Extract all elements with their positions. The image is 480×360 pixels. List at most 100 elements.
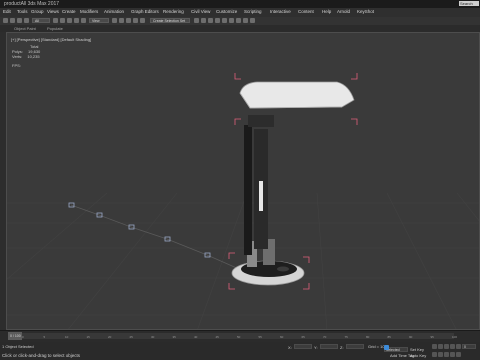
timeline-tick-label: 20 — [108, 335, 112, 339]
menu-create[interactable]: Create — [62, 9, 76, 14]
tab-populate[interactable]: Populate — [47, 26, 63, 31]
reference-coordinate-dropdown[interactable]: View — [89, 18, 109, 23]
home-grid — [7, 192, 479, 329]
timeline-tick-label: 25 — [129, 335, 133, 339]
undo-icon[interactable] — [3, 18, 8, 23]
ribbon: Object Paint Populate — [0, 25, 480, 32]
y-coordinate-field[interactable] — [320, 344, 338, 349]
named-selection-dropdown[interactable]: Create Selection Set — [150, 18, 190, 23]
menu-group[interactable]: Group — [31, 9, 44, 14]
menu-scripting[interactable]: Scripting — [244, 9, 262, 14]
selection-filter-dropdown[interactable]: All — [32, 18, 50, 23]
select-by-name-icon[interactable] — [60, 18, 65, 23]
unlink-icon[interactable] — [24, 18, 29, 23]
render-setup-icon[interactable] — [236, 18, 241, 23]
menu-arnold[interactable]: Arnold — [337, 9, 350, 14]
orbit-icon[interactable] — [450, 352, 455, 357]
lamp-model[interactable] — [231, 81, 355, 286]
redo-icon[interactable] — [10, 18, 15, 23]
menu-modifiers[interactable]: Modifiers — [80, 9, 98, 14]
search-input[interactable]: Search — [459, 1, 479, 6]
menu-civil-view[interactable]: Civil View — [191, 9, 210, 14]
render-frame-icon[interactable] — [243, 18, 248, 23]
align-icon[interactable] — [201, 18, 206, 23]
menu-interactive[interactable]: Interactive — [270, 9, 291, 14]
scale-icon[interactable] — [81, 18, 86, 23]
timeline-tick-label: 5 — [43, 335, 46, 339]
material-editor-icon[interactable] — [229, 18, 234, 23]
perspective-viewport[interactable]: [+] [Perspective] [Standard] [Default Sh… — [6, 32, 480, 330]
selection-count: 1 Object Selected — [2, 344, 34, 349]
viewport-label[interactable]: [+] [Perspective] [Standard] [Default Sh… — [11, 37, 91, 42]
curve-editor-icon[interactable] — [215, 18, 220, 23]
rotate-icon[interactable] — [74, 18, 79, 23]
auto-key-button[interactable]: Auto Key — [410, 353, 426, 358]
z-label: Z: — [340, 345, 344, 350]
go-to-start-icon[interactable] — [432, 344, 437, 349]
menu-content[interactable]: Content — [298, 9, 314, 14]
play-icon[interactable] — [444, 344, 449, 349]
menu-customize[interactable]: Customize — [216, 9, 237, 14]
window-title: productAll 3ds Max 2017 — [4, 1, 60, 7]
maximize-viewport-icon[interactable] — [456, 352, 461, 357]
menu-rendering[interactable]: Rendering — [163, 9, 184, 14]
menu-graph-editors[interactable]: Graph Editors — [131, 9, 159, 14]
menu-animation[interactable]: Animation — [104, 9, 124, 14]
spinner-snap-icon[interactable] — [140, 18, 145, 23]
menu-help[interactable]: Help — [322, 9, 331, 14]
angle-snap-icon[interactable] — [126, 18, 131, 23]
timeline-tick-label: 75 — [344, 335, 348, 339]
menu-bar: Edit Tools Group Views Create Modifiers … — [0, 8, 480, 17]
camera-path — [70, 204, 240, 270]
timeline-tick-label: 95 — [430, 335, 434, 339]
pan-icon[interactable] — [444, 352, 449, 357]
timeline-tick-label: 35 — [172, 335, 176, 339]
title-bar: productAll 3ds Max 2017 Search — [0, 0, 480, 8]
timeline-tick-label: 45 — [215, 335, 219, 339]
timeline-tick-label: 60 — [280, 335, 284, 339]
timeline-tick-label: 50 — [237, 335, 241, 339]
timeline-tick-label: 90 — [409, 335, 413, 339]
timeline-tick-label: 40 — [194, 335, 198, 339]
menu-edit[interactable]: Edit — [3, 9, 11, 14]
pivot-icon[interactable] — [112, 18, 117, 23]
zoom-icon[interactable] — [432, 352, 437, 357]
viewport-scene[interactable] — [7, 33, 480, 330]
x-coordinate-field[interactable] — [294, 344, 312, 349]
prompt-line: Click or click-and-drag to select object… — [2, 353, 81, 358]
viewport-statistics: Total Polys: 19,630 Verts: 10,235 FPS: — [12, 44, 40, 68]
current-frame-field[interactable]: 0 — [462, 344, 476, 349]
mirror-icon[interactable] — [194, 18, 199, 23]
timeline-tick-label: 55 — [258, 335, 262, 339]
x-label: X: — [288, 345, 292, 350]
timeline-tick-label: 100 — [452, 335, 458, 339]
set-key-button[interactable]: Set Key — [410, 347, 424, 352]
timeline-tick-label: 70 — [323, 335, 327, 339]
frame-counter: 0 / 100 — [10, 334, 21, 338]
move-icon[interactable] — [67, 18, 72, 23]
render-icon[interactable] — [250, 18, 255, 23]
schematic-icon[interactable] — [222, 18, 227, 23]
menu-views[interactable]: Views — [47, 9, 59, 14]
timeline-tick-label: 15 — [86, 335, 90, 339]
select-icon[interactable] — [53, 18, 58, 23]
percent-snap-icon[interactable] — [133, 18, 138, 23]
timeline-tick-label: 85 — [387, 335, 391, 339]
next-frame-icon[interactable] — [450, 344, 455, 349]
menu-keyshot[interactable]: KeyShot — [357, 9, 374, 14]
zoom-all-icon[interactable] — [438, 352, 443, 357]
y-label: Y: — [314, 345, 318, 350]
timeline-ticks: 0 5 10 15 20 25 30 35 40 45 50 55 60 65 70 75 80 85 90 95 10… — [22, 335, 458, 341]
stats-fps-row: FPS: — [12, 63, 40, 68]
link-icon[interactable] — [17, 18, 22, 23]
tab-object-paint[interactable]: Object Paint — [14, 26, 36, 31]
timeline-tick-label: 30 — [151, 335, 155, 339]
layer-icon[interactable] — [208, 18, 213, 23]
snap-icon[interactable] — [119, 18, 124, 23]
fps-label: FPS: — [12, 63, 21, 68]
key-mode-icon[interactable] — [384, 345, 389, 350]
menu-tools[interactable]: Tools — [17, 9, 28, 14]
z-coordinate-field[interactable] — [346, 344, 364, 349]
previous-frame-icon[interactable] — [438, 344, 443, 349]
go-to-end-icon[interactable] — [456, 344, 461, 349]
